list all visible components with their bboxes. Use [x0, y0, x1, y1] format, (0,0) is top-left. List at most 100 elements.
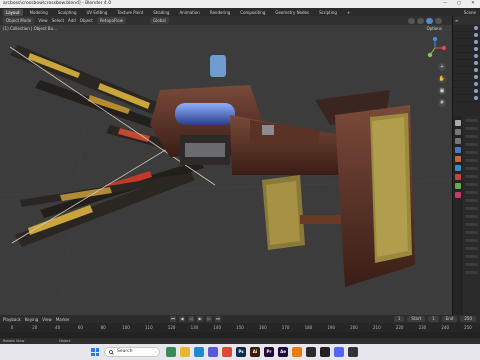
outliner-row[interactable]	[453, 88, 480, 95]
chrome-icon[interactable]	[222, 347, 232, 357]
edge-icon[interactable]	[194, 347, 204, 357]
zoom-icon[interactable]: +	[438, 63, 446, 71]
search-icon	[109, 350, 114, 355]
next-key-icon[interactable]: ▷	[206, 316, 212, 322]
retopoflow-menu[interactable]: RetopoFlow	[96, 17, 127, 24]
timeline-tick-label: 60	[77, 325, 83, 330]
end-frame-field[interactable]: 250	[460, 316, 476, 322]
shading-buttons	[408, 17, 442, 24]
tab-texture-paint[interactable]: Texture Paint	[114, 9, 146, 16]
view-menu[interactable]: View	[38, 18, 48, 23]
illustrator-icon[interactable]: Ai	[250, 347, 260, 357]
discord-icon[interactable]	[334, 347, 344, 357]
scene-tab-icon[interactable]	[455, 147, 461, 153]
material-tab-icon[interactable]	[455, 192, 461, 198]
modifier-tab-icon[interactable]	[455, 165, 461, 171]
outliner-row[interactable]	[453, 39, 480, 46]
widgets-icon[interactable]	[166, 347, 176, 357]
select-menu[interactable]: Select	[52, 18, 64, 23]
wireframe-shading-button[interactable]	[408, 17, 415, 24]
minimize-button[interactable]: —	[438, 0, 452, 8]
maximize-button[interactable]: ▢	[452, 0, 466, 8]
file-explorer-icon[interactable]	[180, 347, 190, 357]
aftereffects-icon[interactable]: Ae	[278, 347, 288, 357]
grid-icon[interactable]: #	[438, 99, 446, 107]
outliner-row[interactable]	[453, 67, 480, 74]
start-label: Start	[407, 316, 426, 322]
jump-end-icon[interactable]: ⏭	[215, 316, 221, 322]
play-reverse-icon[interactable]: ◁	[188, 316, 194, 322]
outliner-row[interactable]	[453, 53, 480, 60]
mode-dropdown[interactable]: Object Mode	[3, 17, 35, 24]
timeline-ruler[interactable]: 0 20 40 60 80 100 110 120 130 140 150 160 170 180 190 2…	[0, 323, 480, 332]
tab-rendering[interactable]: Rendering	[207, 9, 233, 16]
tab-layout[interactable]: Layout	[3, 8, 23, 16]
photoshop-icon[interactable]: Ps	[236, 347, 246, 357]
jump-start-icon[interactable]: ⏮	[170, 316, 176, 322]
current-frame-field[interactable]: 1	[393, 316, 405, 322]
outliner-row[interactable]	[453, 81, 480, 88]
add-workspace-button[interactable]: +	[344, 9, 353, 16]
physics-tab-icon[interactable]	[455, 174, 461, 180]
timeline-tick-label: 40	[55, 325, 61, 330]
taskbar-search-input[interactable]: Search	[104, 347, 160, 357]
3d-viewport[interactable]: (1) Collection | Object Bu... Options + …	[0, 25, 452, 315]
pan-hand-icon[interactable]: ✋	[438, 75, 446, 83]
object-tab-icon[interactable]	[455, 156, 461, 162]
outliner-header: ≡	[453, 16, 480, 25]
store-icon[interactable]	[208, 347, 218, 357]
tab-scripting[interactable]: Scripting	[316, 9, 340, 16]
start-frame-field[interactable]: 1	[428, 316, 439, 322]
outliner-row[interactable]	[453, 95, 480, 102]
data-tab-icon[interactable]	[455, 183, 461, 189]
tab-sculpting[interactable]: Sculpting	[55, 9, 80, 16]
timeline-tick-label: 80	[100, 325, 106, 330]
transform-tools: Global	[150, 17, 169, 24]
camera-icon[interactable]: ▣	[438, 87, 446, 95]
transform-orientation[interactable]: Global	[150, 17, 169, 24]
premiere-icon[interactable]: Pr	[264, 347, 274, 357]
material-shading-button[interactable]	[426, 17, 433, 24]
render-tab-icon[interactable]	[455, 129, 461, 135]
add-menu[interactable]: Add	[68, 18, 76, 23]
tab-compositing[interactable]: Compositing	[237, 9, 268, 16]
workspace-tabs: Layout Modeling Sculpting UV Editing Texture…	[0, 8, 480, 16]
keying-menu[interactable]: Keying	[25, 317, 38, 322]
solid-shading-button[interactable]	[417, 17, 424, 24]
output-tab-icon[interactable]	[455, 138, 461, 144]
timeline-tick-label: 240	[441, 325, 450, 330]
windows-taskbar: Search Ps Ai Pr Ae	[0, 344, 480, 360]
tab-modeling[interactable]: Modeling	[27, 9, 51, 16]
outliner-row[interactable]	[453, 46, 480, 53]
options-button[interactable]: Options	[427, 26, 442, 31]
outliner-row[interactable]	[453, 74, 480, 81]
blender-icon[interactable]	[292, 347, 302, 357]
playback-menu[interactable]: Playback	[3, 317, 21, 322]
timeline-tick-label: 20	[32, 325, 38, 330]
properties-body	[463, 116, 480, 315]
substance-icon[interactable]	[306, 347, 316, 357]
zbrush-icon[interactable]	[348, 347, 358, 357]
scene-selector[interactable]: Scene	[464, 10, 476, 15]
windows-start-icon[interactable]	[91, 348, 99, 356]
play-icon[interactable]: ▶	[197, 316, 203, 322]
close-button[interactable]: ✕	[466, 0, 480, 8]
tab-geometry-nodes[interactable]: Geometry Nodes	[272, 9, 312, 16]
rendered-shading-button[interactable]	[435, 17, 442, 24]
outliner-row[interactable]	[453, 32, 480, 39]
navigation-gizmo[interactable]	[424, 37, 446, 59]
unreal-icon[interactable]	[320, 347, 330, 357]
tab-animation[interactable]: Animation	[176, 9, 202, 16]
viewport-perspective-label: (1) Collection | Object Bu...	[3, 26, 58, 31]
object-menu[interactable]: Object	[80, 18, 93, 23]
marker-menu[interactable]: Marker	[56, 317, 70, 322]
timeline-view-menu[interactable]: View	[42, 317, 52, 322]
outliner-row[interactable]	[453, 60, 480, 67]
crossbow-model[interactable]	[0, 25, 452, 315]
tab-uv-editing[interactable]: UV Editing	[84, 9, 111, 16]
tab-shading[interactable]: Shading	[150, 9, 172, 16]
playback-controls: ⏮ ◀ ◁ ▶ ▷ ⏭	[170, 316, 221, 322]
prev-key-icon[interactable]: ◀	[179, 316, 185, 322]
tool-tab-icon[interactable]	[455, 120, 461, 126]
outliner-row[interactable]	[453, 25, 480, 32]
